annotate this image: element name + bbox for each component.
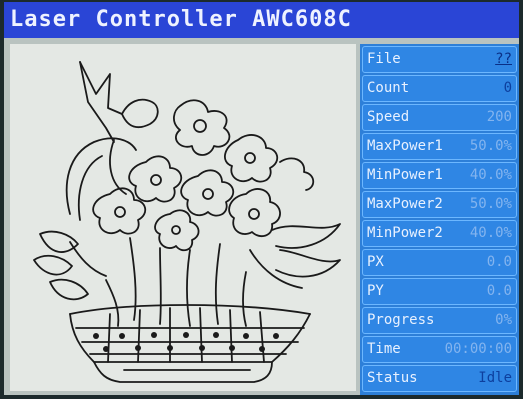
minpower2-value: 40.0%: [469, 225, 512, 241]
row-progress: Progress 0%: [362, 307, 517, 334]
row-minpower2[interactable]: MinPower2 40.0%: [362, 220, 517, 247]
flower-basket-drawing: [33, 61, 341, 383]
row-label: MinPower2: [367, 225, 443, 241]
time-value: 00:00:00: [444, 341, 512, 357]
design-preview: [10, 44, 356, 391]
maxpower1-value: 50.0%: [469, 138, 512, 154]
row-count: Count 0: [362, 75, 517, 102]
status-value: Idle: [478, 370, 512, 386]
title-bar: Laser Controller AWC608C: [4, 2, 519, 38]
row-label: Count: [367, 80, 410, 96]
row-speed[interactable]: Speed 200: [362, 104, 517, 131]
row-label: Speed: [367, 109, 410, 125]
file-value[interactable]: ??: [495, 47, 512, 72]
lcd-screen: Laser Controller AWC608C File ?? Count 0…: [4, 2, 519, 395]
row-time: Time 00:00:00: [362, 336, 517, 363]
row-label: Time: [367, 341, 401, 357]
row-status: Status Idle: [362, 365, 517, 392]
row-label: MinPower1: [367, 167, 443, 183]
progress-value: 0%: [495, 312, 512, 328]
count-value: 0: [503, 80, 512, 96]
row-label: Progress: [367, 312, 435, 328]
row-label: Status: [367, 370, 418, 386]
py-value: 0.0: [486, 283, 512, 299]
row-label: PX: [367, 254, 384, 270]
speed-value: 200: [486, 109, 512, 125]
row-maxpower2[interactable]: MaxPower2 50.0%: [362, 191, 517, 218]
minpower1-value: 40.0%: [469, 167, 512, 183]
row-py: PY 0.0: [362, 278, 517, 305]
app-title: Laser Controller AWC608C: [10, 7, 352, 32]
row-label: MaxPower2: [367, 196, 443, 212]
row-label: PY: [367, 283, 384, 299]
row-minpower1[interactable]: MinPower1 40.0%: [362, 162, 517, 189]
row-file[interactable]: File ??: [362, 46, 517, 73]
maxpower2-value: 50.0%: [469, 196, 512, 212]
row-px: PX 0.0: [362, 249, 517, 276]
row-maxpower1[interactable]: MaxPower1 50.0%: [362, 133, 517, 160]
row-label: File: [367, 51, 401, 67]
px-value: 0.0: [486, 254, 512, 270]
row-label: MaxPower1: [367, 138, 443, 154]
status-panel: File ?? Count 0 Speed 200 MaxPower1 50.0…: [360, 44, 519, 395]
